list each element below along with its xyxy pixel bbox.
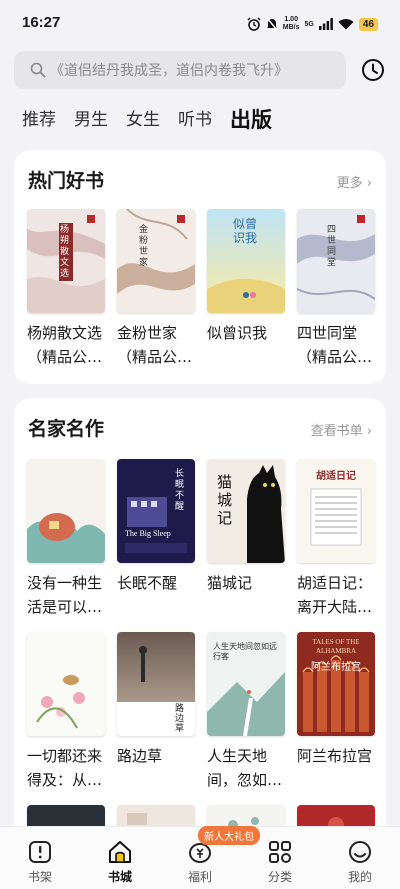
book-item[interactable]: 似曾识我 似曾识我: [207, 209, 285, 345]
network-speed: 1.00 MB/s: [283, 16, 300, 32]
cover-title: 阿兰布拉宫: [311, 662, 361, 673]
book-item[interactable]: 四世同堂 四世同堂（精品公版）: [297, 209, 375, 369]
chevron-right-icon: ›: [366, 176, 372, 191]
signal-icon: [318, 18, 333, 30]
book-item[interactable]: 一切都还来得及：从未来看现在: [27, 632, 105, 792]
book-item[interactable]: 长眠不醒 The Big Sleep 长眠不醒: [117, 459, 195, 595]
clock-icon: [362, 59, 384, 81]
book-item[interactable]: 金粉世家 金粉世家（精品公版）: [117, 209, 195, 369]
nav-label: 我的: [347, 870, 372, 884]
tab-male[interactable]: 男生: [74, 100, 108, 140]
more-label: 查看书单: [310, 424, 363, 439]
book-title: 胡适日记：离开大陆以后: [297, 574, 373, 616]
book-title: 长眠不醒: [117, 574, 178, 592]
search-input[interactable]: 《道侣结丹我成圣，道侣内卷我飞升》: [14, 51, 346, 89]
book-title: 人生天地间，忽如远行客: [207, 747, 283, 789]
cover-title: 路边草: [175, 704, 185, 734]
nav-profile[interactable]: 我的: [320, 827, 400, 889]
book-cover: 长眠不醒 The Big Sleep: [117, 459, 195, 563]
bookshelf-icon: [29, 841, 51, 863]
cover-title: 四世同堂: [327, 225, 337, 268]
mute-icon: [266, 17, 278, 31]
nav-label: 分类: [267, 870, 292, 884]
famous-works-section: 名家名作 查看书单 › 没有一种生活是可以被辜负的 长眠不醒 The Big S…: [14, 398, 386, 838]
search-icon: [30, 62, 46, 78]
section-title: 名家名作: [28, 418, 105, 440]
book-cover: 杨朔散文选: [27, 209, 105, 313]
cover-title: 金粉世家: [139, 225, 149, 268]
status-bar: 16:27 1.00 MB/s 5G 46: [0, 0, 400, 46]
status-time: 16:27: [22, 14, 61, 31]
cover-subtitle: The Big Sleep: [125, 529, 171, 538]
book-title: 阿兰布拉宫: [297, 747, 373, 765]
book-cover: 胡适日记: [297, 459, 375, 563]
book-item[interactable]: 没有一种生活是可以被辜负的: [27, 459, 105, 619]
book-title: 金粉世家（精品公版）: [117, 324, 178, 366]
wifi-icon: [338, 19, 354, 30]
book-item[interactable]: 人生天地间忽如远行客 人生天地间，忽如远行客: [207, 632, 285, 792]
nav-label: 书架: [27, 870, 52, 884]
chevron-right-icon: ›: [366, 424, 372, 439]
book-title: 猫城记: [207, 574, 253, 592]
book-title: 一切都还来得及：从未来看现在: [27, 747, 103, 789]
nav-label: 福利: [187, 870, 212, 884]
cover-title: 人生天地间忽如远行客: [213, 642, 277, 661]
book-title: 没有一种生活是可以被辜负的: [27, 574, 103, 616]
book-item[interactable]: 杨朔散文选 杨朔散文选（精品公版）: [27, 209, 105, 369]
cover-title: 猫城记: [217, 473, 233, 527]
more-link[interactable]: 更多 ›: [337, 172, 372, 191]
cover-title: 杨朔散文选: [60, 225, 70, 279]
book-cover: 路边草: [117, 632, 195, 736]
alarm-icon: [247, 17, 261, 31]
tab-female[interactable]: 女生: [126, 100, 160, 140]
tab-recommend[interactable]: 推荐: [22, 100, 56, 140]
nav-bookstore[interactable]: 书城: [80, 827, 160, 889]
view-booklist-link[interactable]: 查看书单 ›: [311, 420, 372, 439]
tab-audio[interactable]: 听书: [178, 100, 212, 140]
book-cover: 人生天地间忽如远行客: [207, 632, 285, 736]
tab-published[interactable]: 出版: [230, 100, 272, 140]
channel-tabs: 推荐 男生 女生 听书 出版: [22, 100, 290, 140]
book-cover: [27, 632, 105, 736]
category-icon: [269, 841, 291, 863]
book-cover: [27, 459, 105, 563]
history-button[interactable]: [358, 55, 388, 85]
nav-label: 书城: [107, 870, 132, 884]
section-title: 热门好书: [28, 170, 105, 192]
book-cover: 猫城记: [207, 459, 285, 563]
home-icon: [109, 841, 131, 863]
book-title: 似曾识我: [207, 324, 268, 342]
book-item[interactable]: TALES OF THE ALHAMBRA 阿兰布拉宫 阿兰布拉宫: [297, 632, 375, 768]
network-type: 5G: [304, 20, 314, 28]
battery-level: 46: [358, 17, 378, 31]
speed-value: 1.00: [284, 16, 298, 23]
book-cover: TALES OF THE ALHAMBRA 阿兰布拉宫: [297, 632, 375, 736]
speed-unit: MB/s: [282, 24, 300, 31]
promo-badge[interactable]: 新人大礼包: [198, 826, 260, 845]
profile-icon: [349, 841, 371, 863]
book-title: 路边草: [117, 747, 163, 765]
hot-books-section: 热门好书 更多 › 杨朔散文选 杨朔散文选（精品公版） 金粉世家 金粉世家（精品…: [14, 150, 386, 384]
book-cover: 四世同堂: [297, 209, 375, 313]
book-item[interactable]: 胡适日记 胡适日记：离开大陆以后: [297, 459, 375, 619]
cover-title: 长眠不醒: [175, 469, 185, 512]
cover-title: 胡适日记: [316, 471, 356, 482]
cover-title: 似曾识我: [233, 217, 258, 245]
book-title: 杨朔散文选（精品公版）: [27, 324, 103, 366]
cover-subtitle: TALES OF THE ALHAMBRA: [312, 638, 360, 655]
status-indicators: 1.00 MB/s 5G 46: [247, 14, 378, 34]
search-placeholder: 《道侣结丹我成圣，道侣内卷我飞升》: [50, 63, 288, 79]
book-item[interactable]: 猫城记 猫城记: [207, 459, 285, 595]
more-label: 更多: [336, 176, 363, 191]
book-cover: 金粉世家: [117, 209, 195, 313]
book-cover: 似曾识我: [207, 209, 285, 313]
book-title: 四世同堂（精品公版）: [297, 324, 358, 366]
book-item[interactable]: 路边草 路边草: [117, 632, 195, 768]
nav-bookshelf[interactable]: 书架: [0, 827, 80, 889]
